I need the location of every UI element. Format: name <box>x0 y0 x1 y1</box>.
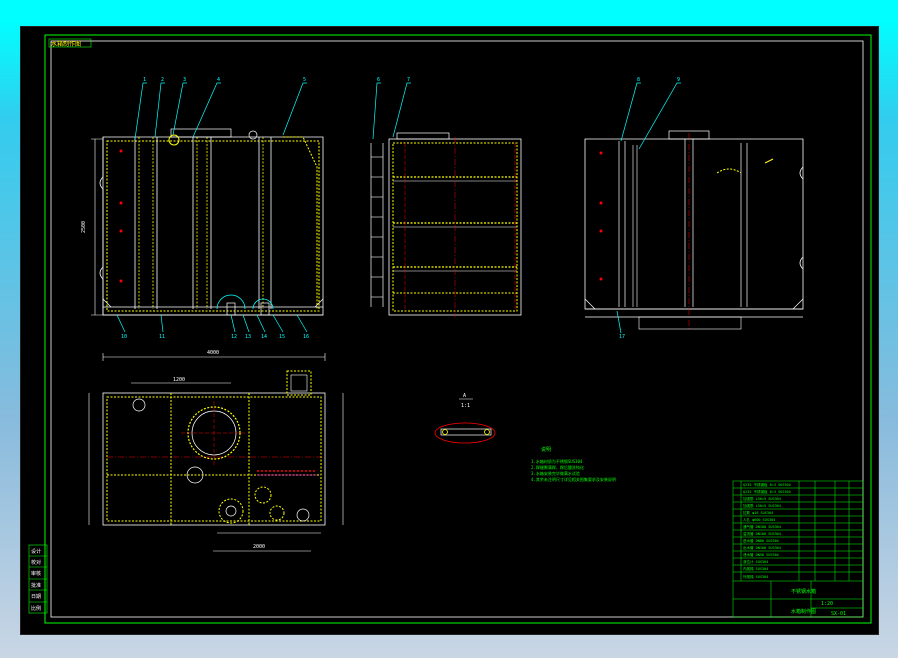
section-scale: 1:1 <box>461 403 470 409</box>
section-detail-a[interactable]: A 1:1 <box>434 393 496 444</box>
right-callout-9: 9 <box>677 77 680 83</box>
front-elevation-view[interactable]: 2500 1 2 3 4 5 10 11 12 13 14 15 16 <box>81 77 324 340</box>
plan-dim-top: 4000 <box>207 350 219 356</box>
svg-text:外爬梯 SUS304: 外爬梯 SUS304 <box>743 574 768 579</box>
plan-dim-bottom: 2000 <box>253 544 265 550</box>
svg-text:加强筋 L50×5 SUS304: 加强筋 L50×5 SUS304 <box>743 503 781 508</box>
front-callout-16: 16 <box>303 334 309 340</box>
right-callout-17: 17 <box>619 334 625 340</box>
front-callout-5: 5 <box>303 77 306 83</box>
side-elevation-view[interactable]: 6 7 <box>370 77 522 317</box>
plan-dim-mid: 1200 <box>173 377 185 383</box>
front-callout-1: 1 <box>143 77 146 83</box>
svg-text:人孔 φ600 SUS304: 人孔 φ600 SUS304 <box>743 517 775 522</box>
rev-label-1: 校对 <box>31 559 41 566</box>
front-dimension-height: 2500 <box>81 221 87 233</box>
side-callout-7: 7 <box>407 77 410 83</box>
front-callout-14: 14 <box>261 334 267 340</box>
title-block-drawing-no: SX-01 <box>831 611 846 617</box>
title-block-project: 不锈钢水箱 <box>791 588 816 595</box>
technical-notes: 说明 1.水箱材质为不锈钢SUS304 2.焊缝需满焊，焊后酸洗钝化 3.水箱安… <box>531 446 616 482</box>
svg-text:泄水管 DN50 SUS304: 泄水管 DN50 SUS304 <box>743 552 779 557</box>
rev-label-0: 设计 <box>31 548 41 555</box>
front-callout-10: 10 <box>121 334 127 340</box>
note-2: 2.焊缝需满焊，焊后酸洗钝化 <box>531 464 584 470</box>
front-callout-2: 2 <box>161 77 164 83</box>
svg-text:溢流管 DN100 SUS304: 溢流管 DN100 SUS304 <box>743 531 781 536</box>
title-block-drawing-name: 水箱制作图 <box>791 608 816 615</box>
front-callout-3: 3 <box>183 77 186 83</box>
side-callout-6: 6 <box>377 77 380 83</box>
cad-drawing-canvas[interactable]: 水箱制作图 设计 校对 审核 批准 日期 比例 2500 1 2 3 4 5 1… <box>20 26 879 635</box>
svg-text:内爬梯 SUS304: 内爬梯 SUS304 <box>743 566 768 571</box>
right-elevation-view[interactable]: 8 9 17 <box>584 77 804 340</box>
parts-list-text: Q235 不锈钢板 δ=3 SUS304 Q235 不锈钢板 δ=3 SUS30… <box>743 482 791 579</box>
right-callout-8: 8 <box>637 77 640 83</box>
rev-label-3: 批准 <box>31 582 41 589</box>
svg-text:加强筋 L50×5 SUS304: 加强筋 L50×5 SUS304 <box>743 496 781 501</box>
note-4: 4.其余未注明尺寸详见相关图集要求及安装说明 <box>531 476 616 482</box>
title-tag: 水箱制作图 <box>51 40 81 48</box>
svg-text:Q235 不锈钢板 δ=3 SUS304: Q235 不锈钢板 δ=3 SUS304 <box>743 482 791 487</box>
rev-label-5: 比例 <box>31 605 41 612</box>
rev-label-2: 审核 <box>31 570 41 577</box>
plan-view[interactable]: 4000 1200 2000 <box>88 350 344 552</box>
rev-label-4: 日期 <box>31 594 41 600</box>
note-1: 1.水箱材质为不锈钢SUS304 <box>531 458 583 464</box>
title-block-scale: 1:20 <box>821 601 833 607</box>
svg-text:Q235 不锈钢板 δ=3 SUS304: Q235 不锈钢板 δ=3 SUS304 <box>743 489 791 494</box>
svg-text:通气管 DN100 SUS304: 通气管 DN100 SUS304 <box>743 524 781 529</box>
notes-title: 说明 <box>541 446 551 453</box>
front-callout-4: 4 <box>217 77 220 83</box>
front-callout-15: 15 <box>279 334 285 340</box>
note-3: 3.水箱安装完毕做满水试验 <box>531 470 580 476</box>
svg-text:进水管 DN80 SUS304: 进水管 DN80 SUS304 <box>743 538 779 543</box>
svg-text:液位计 SUS304: 液位计 SUS304 <box>743 559 768 564</box>
front-callout-13: 13 <box>245 334 251 340</box>
svg-text:出水管 DN100 SUS304: 出水管 DN100 SUS304 <box>743 545 781 550</box>
revision-strip: 设计 校对 审核 批准 日期 比例 <box>28 544 48 614</box>
front-callout-11: 11 <box>159 334 165 340</box>
section-mark: A <box>463 393 466 399</box>
svg-text:拉筋 φ16 SUS304: 拉筋 φ16 SUS304 <box>743 510 773 515</box>
front-callout-12: 12 <box>231 334 237 340</box>
